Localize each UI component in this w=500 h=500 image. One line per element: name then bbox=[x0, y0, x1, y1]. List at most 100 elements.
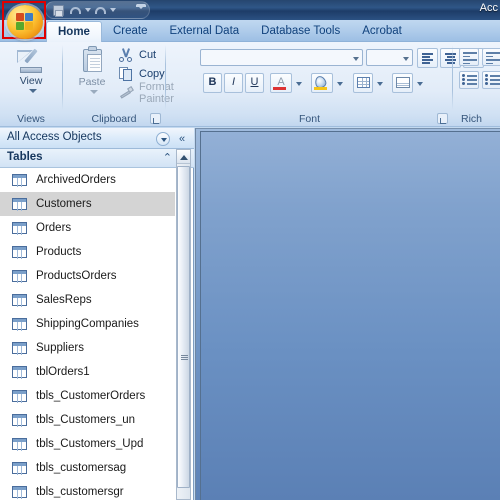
nav-pane-title: All Access Objects bbox=[7, 131, 102, 143]
tab-acrobat[interactable]: Acrobat bbox=[351, 20, 413, 42]
increase-indent-icon bbox=[486, 52, 500, 64]
view-button[interactable]: View bbox=[8, 45, 54, 107]
font-color-button[interactable]: A bbox=[270, 73, 292, 93]
office-button[interactable] bbox=[7, 5, 43, 39]
list-item[interactable]: Customers bbox=[0, 192, 175, 216]
bulleted-list-button[interactable] bbox=[459, 71, 479, 89]
list-item[interactable]: ArchivedOrders bbox=[0, 168, 175, 192]
list-item-label: tbls_customersgr bbox=[36, 486, 124, 498]
italic-button[interactable]: I bbox=[224, 73, 243, 93]
scroll-up-icon[interactable] bbox=[177, 150, 190, 164]
tab-create[interactable]: Create bbox=[102, 20, 159, 42]
customize-qat-icon[interactable] bbox=[136, 4, 146, 9]
list-item[interactable]: tbls_customersgr bbox=[0, 480, 175, 500]
collapse-pane-icon[interactable]: « bbox=[174, 132, 190, 146]
nav-object-list[interactable]: ArchivedOrders Customers Orders Products Pro… bbox=[0, 168, 175, 500]
fill-color-button[interactable] bbox=[311, 73, 333, 93]
numbered-list-icon bbox=[485, 74, 500, 87]
align-left-button[interactable] bbox=[417, 48, 438, 68]
save-icon[interactable] bbox=[51, 3, 66, 18]
chevron-up-icon[interactable]: ⌃ bbox=[163, 151, 172, 164]
group-separator bbox=[62, 45, 63, 110]
bold-button[interactable]: B bbox=[203, 73, 222, 93]
chevron-down-icon bbox=[403, 57, 409, 61]
gridlines-icon bbox=[357, 77, 370, 88]
office-button-highlight bbox=[2, 1, 46, 39]
list-item-label: tblOrders1 bbox=[36, 366, 90, 378]
gridlines-button[interactable] bbox=[353, 73, 373, 93]
ribbon-group-font: B I U A Font bbox=[168, 43, 484, 126]
chevron-down-icon[interactable] bbox=[156, 132, 170, 146]
nav-pane-header[interactable]: All Access Objects « bbox=[0, 128, 194, 149]
list-item[interactable]: ShippingCompanies bbox=[0, 312, 175, 336]
list-item[interactable]: tbls_Customers_Upd bbox=[0, 432, 175, 456]
nav-group-header-tables[interactable]: Tables ⌃ bbox=[0, 149, 194, 168]
table-icon bbox=[12, 270, 27, 283]
paste-button-label: Paste bbox=[78, 76, 106, 88]
list-item-label: tbls_Customers_un bbox=[36, 414, 136, 426]
clipboard-group-label: Clipboard bbox=[91, 113, 137, 125]
nav-scrollbar[interactable] bbox=[176, 149, 191, 500]
redo-dropdown-icon[interactable] bbox=[110, 8, 116, 12]
list-item[interactable]: SalesReps bbox=[0, 288, 175, 312]
fill-color-dropdown[interactable] bbox=[333, 73, 345, 93]
alternate-fill-dropdown[interactable] bbox=[413, 73, 425, 93]
list-item[interactable]: Orders bbox=[0, 216, 175, 240]
ribbon-group-clipboard: Paste Cut Copy Format Painter Clipboard bbox=[64, 43, 174, 126]
font-color-dropdown[interactable] bbox=[292, 73, 304, 93]
decrease-indent-button[interactable] bbox=[459, 48, 479, 66]
list-item-label: tbls_customersag bbox=[36, 462, 127, 474]
work-area-canvas[interactable] bbox=[200, 131, 500, 500]
table-icon bbox=[12, 342, 27, 355]
scrollbar-grip-icon bbox=[181, 355, 188, 361]
list-item-label: Orders bbox=[36, 222, 72, 234]
tab-database-tools[interactable]: Database Tools bbox=[250, 20, 351, 42]
clipboard-dialog-launcher[interactable] bbox=[150, 113, 161, 124]
bulleted-list-icon bbox=[462, 74, 478, 87]
view-dropdown-icon[interactable] bbox=[29, 89, 37, 93]
list-item[interactable]: tbls_CustomerOrders bbox=[0, 384, 175, 408]
cut-button[interactable]: Cut bbox=[118, 46, 156, 64]
title-bar: Acc bbox=[0, 0, 500, 20]
list-item[interactable]: ProductsOrders bbox=[0, 264, 175, 288]
table-icon bbox=[12, 438, 27, 451]
list-item[interactable]: tblOrders1 bbox=[0, 360, 175, 384]
list-item-label: SalesReps bbox=[36, 294, 92, 306]
decrease-indent-icon bbox=[463, 52, 477, 64]
paste-button[interactable]: Paste bbox=[70, 45, 114, 107]
list-item[interactable]: tbls_customersag bbox=[0, 456, 175, 480]
format-painter-icon bbox=[118, 85, 134, 101]
scrollbar-thumb[interactable] bbox=[177, 166, 190, 488]
font-dialog-launcher[interactable] bbox=[437, 113, 448, 124]
underline-button[interactable]: U bbox=[245, 73, 264, 93]
alternate-fill-button[interactable] bbox=[392, 73, 413, 93]
copy-label: Copy bbox=[139, 68, 165, 80]
list-item-label: ArchivedOrders bbox=[36, 174, 116, 186]
list-item[interactable]: tbls_Customers_un bbox=[0, 408, 175, 432]
chevron-down-icon bbox=[353, 57, 359, 61]
tab-external-data[interactable]: External Data bbox=[158, 20, 250, 42]
tab-home[interactable]: Home bbox=[46, 21, 102, 42]
numbered-list-button[interactable] bbox=[482, 71, 500, 89]
font-size-combo[interactable] bbox=[366, 49, 413, 66]
table-icon bbox=[12, 198, 27, 211]
work-area[interactable] bbox=[195, 128, 500, 500]
gridlines-dropdown[interactable] bbox=[373, 73, 385, 93]
table-icon bbox=[12, 390, 27, 403]
font-name-combo[interactable] bbox=[200, 49, 363, 66]
list-item-label: Products bbox=[36, 246, 82, 258]
table-icon bbox=[12, 222, 27, 235]
table-icon bbox=[12, 486, 27, 499]
redo-icon[interactable] bbox=[93, 3, 108, 18]
list-item-label: tbls_Customers_Upd bbox=[36, 438, 144, 450]
list-item[interactable]: Suppliers bbox=[0, 336, 175, 360]
increase-indent-button[interactable] bbox=[482, 48, 500, 66]
quick-access-toolbar[interactable] bbox=[45, 1, 150, 19]
list-item[interactable]: Products bbox=[0, 240, 175, 264]
undo-dropdown-icon[interactable] bbox=[85, 8, 91, 12]
table-icon bbox=[12, 294, 27, 307]
undo-icon[interactable] bbox=[68, 3, 83, 18]
list-item-label: tbls_CustomerOrders bbox=[36, 390, 146, 402]
table-icon bbox=[12, 366, 27, 379]
paste-dropdown-icon[interactable] bbox=[90, 90, 98, 94]
